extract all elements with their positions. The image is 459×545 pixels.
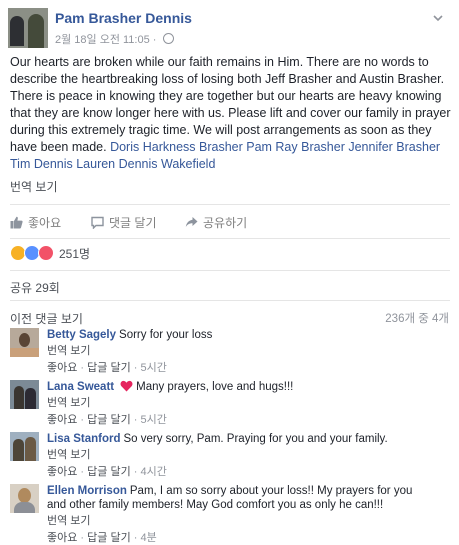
commenter-name[interactable]: Lana Sweatt xyxy=(47,381,114,393)
heart-emoji-icon xyxy=(120,380,133,392)
commenter-name[interactable]: Ellen Morrison xyxy=(47,485,127,497)
divider xyxy=(10,204,450,205)
comment-count: 236개 중 4개 xyxy=(385,313,449,325)
comment-like-link[interactable]: 좋아요 xyxy=(47,362,77,374)
divider xyxy=(10,238,450,239)
facebook-post: Pam Brasher Dennis 2월 18일 오전 11:05 · Our… xyxy=(0,0,459,544)
like-label: 좋아요 xyxy=(28,216,62,230)
see-translation-link[interactable]: 번역 보기 xyxy=(47,514,427,528)
post-text: Our hearts are broken while our faith re… xyxy=(10,54,456,173)
chevron-down-icon[interactable] xyxy=(432,12,444,24)
comment-reply-link[interactable]: 답글 달기 xyxy=(87,414,131,426)
see-translation-link[interactable]: 번역 보기 xyxy=(47,448,427,462)
reaction-count: 251명 xyxy=(59,246,91,261)
commenter-avatar[interactable] xyxy=(10,328,39,357)
divider xyxy=(10,270,450,271)
commenter-name[interactable]: Betty Sagely xyxy=(47,329,116,341)
post-actions: 좋아요 댓글 달기 공유하기 xyxy=(10,210,450,232)
comment-reply-link[interactable]: 답글 달기 xyxy=(87,362,131,374)
comment-reply-link[interactable]: 답글 달기 xyxy=(87,466,131,478)
love-reaction-icon xyxy=(38,245,54,261)
comment-time[interactable]: 4시간 xyxy=(140,466,166,478)
comment-time[interactable]: 5시간 xyxy=(140,362,166,374)
thumbs-up-icon xyxy=(10,216,23,229)
post-timestamp[interactable]: 2월 18일 오전 11:05 xyxy=(55,34,150,46)
comment-like-link[interactable]: 좋아요 xyxy=(47,532,77,544)
comment-actions: 좋아요 · 답글 달기 · 5시간 xyxy=(47,414,167,426)
comment-time[interactable]: 4분 xyxy=(140,532,156,544)
post-header: Pam Brasher Dennis 2월 18일 오전 11:05 · xyxy=(8,8,448,48)
post-meta: 2월 18일 오전 11:05 · xyxy=(55,31,174,47)
author-avatar[interactable] xyxy=(8,8,48,48)
comment-time[interactable]: 5시간 xyxy=(140,414,166,426)
comment-icon xyxy=(91,216,104,229)
comment-label: 댓글 달기 xyxy=(109,216,157,230)
author-name[interactable]: Pam Brasher Dennis xyxy=(55,10,192,26)
comment-text: Sorry for your loss xyxy=(119,329,213,341)
globe-icon xyxy=(162,33,174,44)
reactions-summary[interactable]: 251명 xyxy=(10,244,90,262)
comment-like-link[interactable]: 좋아요 xyxy=(47,466,77,478)
commenter-name[interactable]: Lisa Stanford xyxy=(47,433,120,445)
like-button[interactable]: 좋아요 xyxy=(10,214,61,231)
commenter-avatar[interactable] xyxy=(10,484,39,513)
commenter-avatar[interactable] xyxy=(10,380,39,409)
share-button[interactable]: 공유하기 xyxy=(185,214,247,231)
commenter-avatar[interactable] xyxy=(10,432,39,461)
see-translation-link[interactable]: 번역 보기 xyxy=(47,344,427,358)
comment-button[interactable]: 댓글 달기 xyxy=(91,214,157,231)
comment-actions: 좋아요 · 답글 달기 · 4시간 xyxy=(47,466,167,478)
see-translation-link[interactable]: 번역 보기 xyxy=(10,178,58,195)
see-translation-link[interactable]: 번역 보기 xyxy=(47,396,427,410)
share-icon xyxy=(185,217,198,227)
comment-like-link[interactable]: 좋아요 xyxy=(47,414,77,426)
comment-reply-link[interactable]: 답글 달기 xyxy=(87,532,131,544)
share-label: 공유하기 xyxy=(203,216,248,230)
share-count[interactable]: 공유 29회 xyxy=(10,279,60,296)
divider xyxy=(10,300,450,301)
comment-actions: 좋아요 · 답글 달기 · 4분 xyxy=(47,532,157,544)
view-previous-comments-link[interactable]: 이전 댓글 보기 xyxy=(10,310,83,327)
comment-text: So very sorry, Pam. Praying for you and … xyxy=(123,433,388,445)
comment-text: Many prayers, love and hugs!!! xyxy=(136,381,294,393)
comment-actions: 좋아요 · 답글 달기 · 5시간 xyxy=(47,362,167,374)
